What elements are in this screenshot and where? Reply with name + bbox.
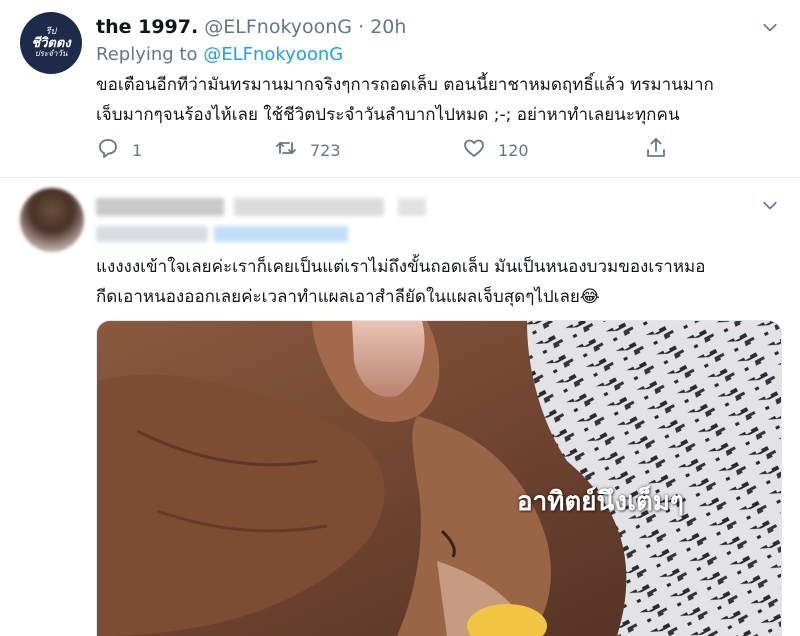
tweet-actions: 1 723 120	[96, 136, 686, 166]
separator: ·	[358, 16, 365, 38]
retweet-button[interactable]: 723	[274, 136, 341, 164]
chevron-down-icon[interactable]	[760, 18, 780, 38]
image-caption-overlay: อาทิตย์นึงเต็มๆ	[517, 487, 684, 517]
avatar-blurred[interactable]	[20, 188, 84, 252]
share-button[interactable]	[644, 136, 680, 164]
replying-to: Replying to @ELFnokyoonG	[96, 44, 343, 65]
replying-to-label: Replying to	[96, 44, 198, 65]
tweet-text-line-1: ขอเตือนอีกทีว่ามันทรมานมากจริงๆการถอดเล็…	[96, 75, 714, 95]
tweet-text: ขอเตือนอีกทีว่ามันทรมานมากจริงๆการถอดเล็…	[96, 70, 786, 130]
retweet-count: 723	[310, 140, 341, 160]
tweet-header: the 1997. @ELFnokyoonG · 20h	[96, 16, 406, 38]
user-handle[interactable]: @ELFnokyoonG	[204, 16, 352, 38]
like-count: 120	[498, 140, 529, 160]
finger-photo	[97, 321, 781, 636]
tweet-original[interactable]: รีป ชีวิตตง ประจำวัน the 1997. @ELFnokyo…	[0, 0, 800, 177]
reply-button[interactable]: 1	[96, 136, 142, 164]
tweet-text: แงงงงเข้าใจเลยค่ะเราก็เคยเป็นแต่เราไม่ถึ…	[96, 252, 786, 312]
tweet-text-line-1: แงงงงเข้าใจเลยค่ะเราก็เคยเป็นแต่เราไม่ถึ…	[96, 257, 706, 277]
tweet-image[interactable]: อาทิตย์นึงเต็มๆ	[96, 320, 782, 636]
chevron-down-icon[interactable]	[760, 196, 780, 216]
reply-count: 1	[132, 140, 143, 160]
replying-to-handle[interactable]: @ELFnokyoonG	[203, 44, 343, 65]
like-button[interactable]: 120	[462, 136, 529, 164]
avatar[interactable]: รีป ชีวิตตง ประจำวัน	[20, 12, 82, 74]
reply-icon	[96, 136, 132, 164]
tweet-reply[interactable]: แงงงงเข้าใจเลยค่ะเราก็เคยเป็นแต่เราไม่ถึ…	[0, 178, 800, 636]
retweet-icon	[274, 136, 310, 164]
timestamp[interactable]: 20h	[370, 16, 406, 38]
tweet-text-line-2: กีดเอาหนองออกเลยค่ะเวลาทำแผลเอาสำลียัดใน…	[96, 287, 600, 307]
share-icon	[644, 136, 680, 164]
like-icon	[462, 136, 498, 164]
avatar-text-3: ประจำวัน	[34, 49, 68, 58]
display-name[interactable]: the 1997.	[96, 16, 198, 38]
tweet-text-line-2: เจ็บมากๆจนร้องไห้เลย ใช้ชีวิตประจำวันลำบ…	[96, 105, 680, 125]
